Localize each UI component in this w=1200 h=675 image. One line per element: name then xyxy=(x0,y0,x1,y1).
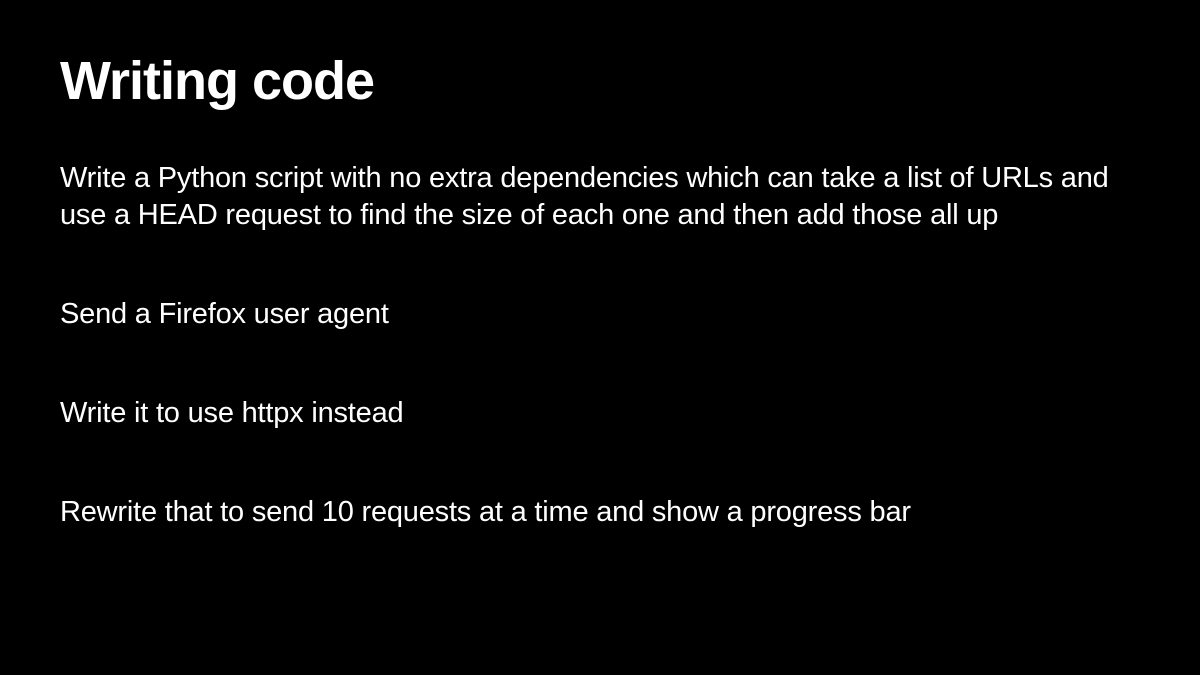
slide-paragraph: Write a Python script with no extra depe… xyxy=(60,160,1140,234)
slide-paragraph: Rewrite that to send 10 requests at a ti… xyxy=(60,494,1140,531)
slide-paragraph: Write it to use httpx instead xyxy=(60,395,1140,432)
slide-paragraph: Send a Firefox user agent xyxy=(60,296,1140,333)
slide-title: Writing code xyxy=(60,50,1140,112)
